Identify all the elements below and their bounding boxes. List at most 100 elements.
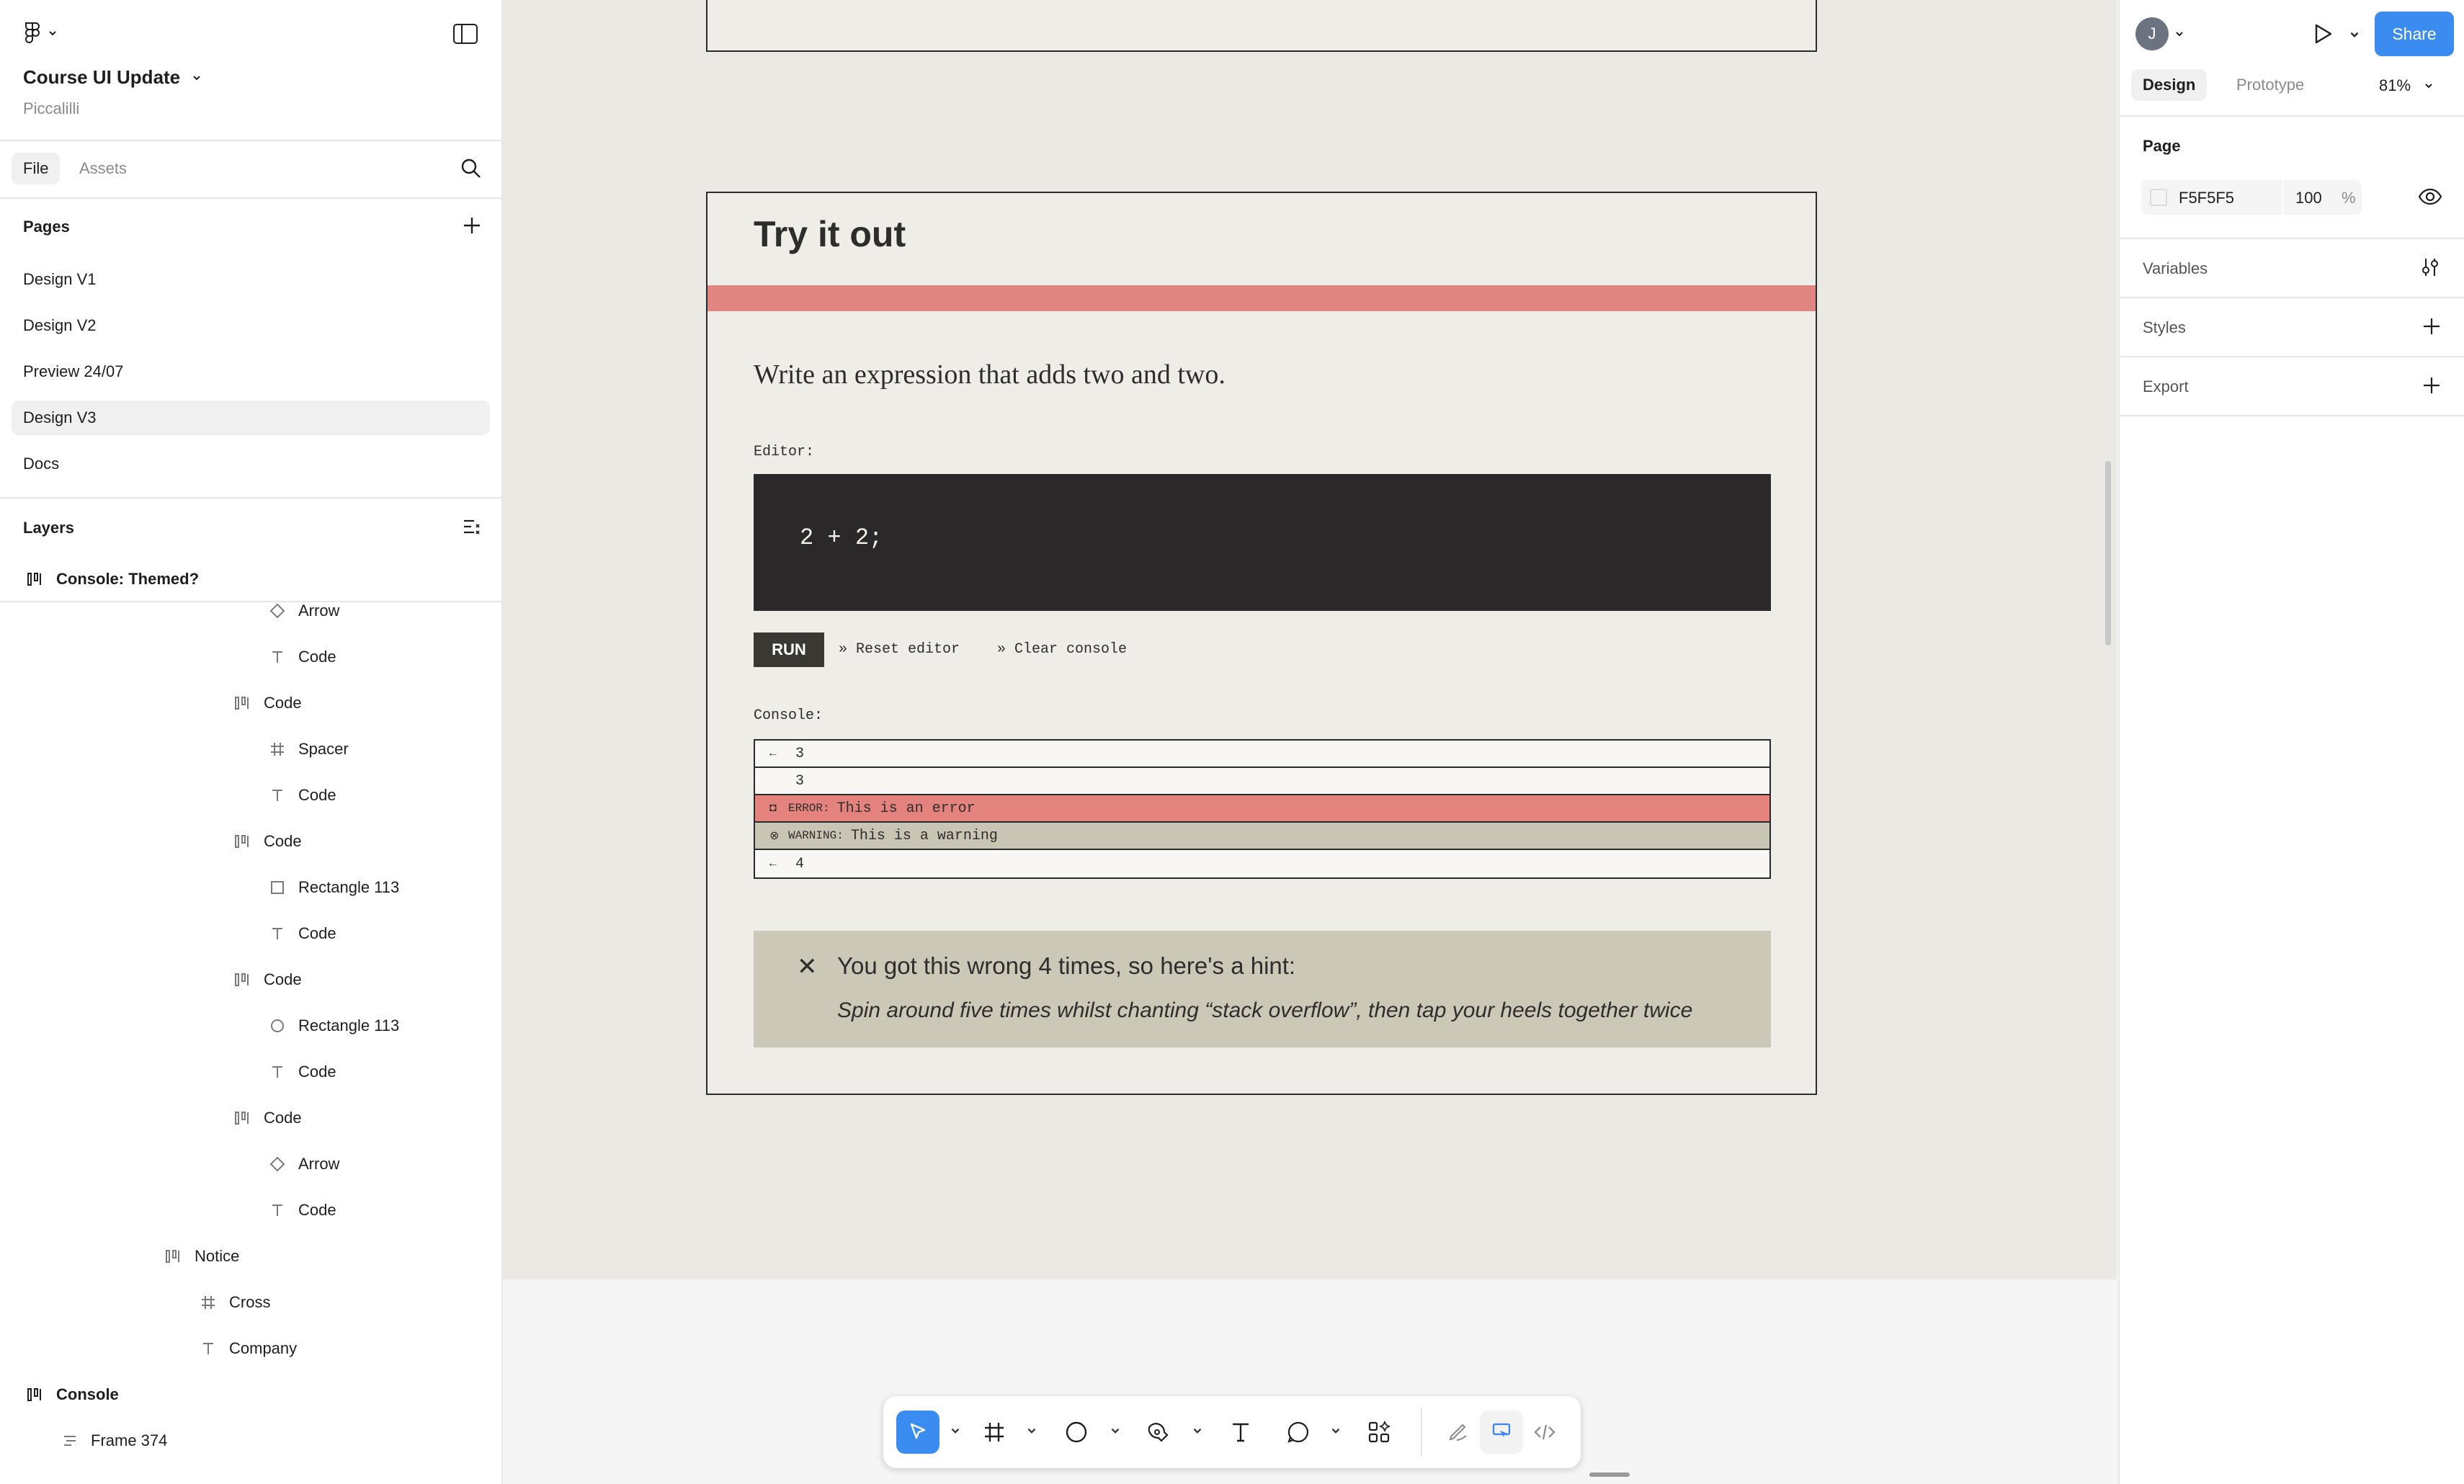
add-style-button[interactable] bbox=[2421, 316, 2442, 337]
variables-button[interactable] bbox=[2419, 256, 2441, 278]
layer-row[interactable]: Rectangle 113 bbox=[268, 875, 399, 900]
dev-mode-button[interactable] bbox=[1523, 1411, 1566, 1454]
toolbar-drag-handle[interactable] bbox=[1589, 1472, 1630, 1477]
page-item[interactable]: Design V2 bbox=[12, 308, 490, 343]
page-item[interactable]: Design V1 bbox=[12, 262, 490, 297]
team-name[interactable]: Piccalilli bbox=[23, 99, 79, 118]
present-button[interactable] bbox=[2310, 22, 2334, 46]
bottom-toolbar bbox=[883, 1396, 1581, 1468]
export-section[interactable]: Export bbox=[2143, 377, 2189, 396]
toggle-sidebar-button[interactable] bbox=[452, 23, 478, 45]
share-button[interactable]: Share bbox=[2375, 12, 2454, 56]
tab-assets[interactable]: Assets bbox=[68, 153, 138, 184]
layer-label: Spacer bbox=[298, 740, 349, 758]
add-export-button[interactable] bbox=[2421, 375, 2442, 396]
main-menu-button[interactable] bbox=[23, 20, 58, 46]
visibility-toggle[interactable] bbox=[2418, 186, 2442, 207]
actions-button[interactable] bbox=[1357, 1411, 1401, 1454]
layer-label: Notice bbox=[195, 1247, 240, 1265]
layer-row[interactable]: Code bbox=[233, 690, 302, 716]
search-icon bbox=[461, 158, 481, 178]
variables-section[interactable]: Variables bbox=[2143, 259, 2208, 278]
frame-tool-button[interactable] bbox=[973, 1411, 1016, 1454]
card-title: Try it out bbox=[754, 214, 906, 254]
text-tool-button[interactable] bbox=[1219, 1411, 1262, 1454]
console-output: ← 3 3 ◘ ERROR: This is an error ⊗ WARNING: This … bbox=[754, 739, 1771, 879]
plus-icon bbox=[464, 218, 480, 233]
shape-tool-button[interactable] bbox=[1055, 1411, 1098, 1454]
chevron-down-icon[interactable] bbox=[2349, 29, 2360, 40]
design-mode-button[interactable] bbox=[1480, 1411, 1523, 1454]
percent-sign: % bbox=[2342, 189, 2356, 207]
tab-design[interactable]: Design bbox=[2131, 69, 2208, 101]
canvas[interactable]: Try it out Write an expression that adds… bbox=[503, 0, 2117, 1484]
tab-file[interactable]: File bbox=[12, 153, 61, 184]
chevron-down-icon[interactable] bbox=[1110, 1425, 1121, 1436]
layer-row[interactable]: Cross bbox=[199, 1289, 270, 1315]
layer-row[interactable]: Spacer bbox=[268, 736, 349, 762]
tab-prototype[interactable]: Prototype bbox=[2225, 69, 2316, 101]
layer-row[interactable]: Code bbox=[268, 1197, 336, 1223]
chevron-down-icon[interactable] bbox=[1330, 1425, 1342, 1436]
auto-layout-icon bbox=[26, 570, 45, 589]
page-item[interactable]: Design V3 bbox=[12, 401, 490, 435]
try-it-out-card[interactable]: Try it out Write an expression that adds… bbox=[706, 192, 1817, 1095]
layer-row[interactable]: Arrow bbox=[268, 1151, 339, 1177]
console-row: ⊗ WARNING: This is a warning bbox=[755, 823, 1769, 850]
prompt-text: Write an expression that adds two and tw… bbox=[754, 359, 1226, 390]
page-fill-field[interactable]: F5F5F5 100 % bbox=[2141, 180, 2362, 215]
previous-frame[interactable] bbox=[706, 0, 1817, 52]
layer-row[interactable]: Code bbox=[268, 644, 336, 670]
page-color-value[interactable]: F5F5F5 bbox=[2179, 189, 2234, 207]
layer-row[interactable]: Company bbox=[199, 1336, 297, 1362]
layer-row[interactable]: Frame 374 bbox=[61, 1428, 167, 1454]
run-button[interactable]: RUN bbox=[754, 633, 824, 667]
canvas-scrollbar[interactable] bbox=[2105, 461, 2111, 645]
layer-row[interactable]: Code bbox=[233, 1105, 302, 1131]
layer-row[interactable]: Code bbox=[268, 1059, 336, 1085]
console-prefix-icon: ← bbox=[769, 857, 777, 870]
search-button[interactable] bbox=[460, 157, 483, 180]
console-prefix-icon: ⊗ bbox=[769, 830, 780, 843]
layer-label: Code bbox=[298, 1063, 336, 1081]
text-icon bbox=[199, 1339, 218, 1358]
page-opacity-value[interactable]: 100 bbox=[2295, 189, 2322, 207]
add-page-button[interactable] bbox=[461, 215, 483, 236]
layer-label: Arrow bbox=[298, 1155, 340, 1173]
comment-tool-button[interactable] bbox=[1277, 1411, 1320, 1454]
layer-row[interactable]: Code bbox=[233, 828, 302, 854]
layer-row[interactable]: Code bbox=[268, 921, 336, 947]
layer-row[interactable]: Notice bbox=[164, 1243, 239, 1269]
color-swatch[interactable] bbox=[2150, 189, 2167, 206]
layer-row[interactable]: Code bbox=[233, 967, 302, 993]
draw-mode-button[interactable] bbox=[1437, 1411, 1480, 1454]
file-title-button[interactable]: Course UI Update bbox=[23, 66, 202, 89]
pinned-layer[interactable]: Console: Themed? bbox=[26, 566, 199, 592]
cursor-icon bbox=[910, 1423, 926, 1439]
user-menu[interactable]: J bbox=[2135, 17, 2184, 50]
console-label: Console: bbox=[754, 707, 823, 724]
layer-row[interactable]: Code bbox=[268, 782, 336, 808]
close-icon[interactable]: ✕ bbox=[797, 952, 818, 981]
sliders-icon bbox=[2422, 259, 2438, 276]
artboard[interactable]: Try it out Write an expression that adds… bbox=[503, 0, 2117, 1279]
chevron-down-icon[interactable] bbox=[1026, 1425, 1037, 1436]
page-item[interactable]: Docs bbox=[12, 447, 490, 481]
move-tool-button[interactable] bbox=[896, 1411, 939, 1454]
code-editor[interactable]: 2 + 2; bbox=[754, 474, 1771, 611]
layer-row[interactable]: Arrow bbox=[268, 598, 339, 624]
zoom-dropdown[interactable]: 81% bbox=[2379, 76, 2434, 95]
editor-code[interactable]: 2 + 2; bbox=[800, 524, 883, 551]
layer-row[interactable]: Rectangle 113 bbox=[268, 1013, 399, 1039]
collapse-layers-button[interactable] bbox=[461, 516, 483, 537]
layer-row[interactable]: Console bbox=[26, 1382, 119, 1408]
reset-editor-button[interactable]: » Reset editor bbox=[839, 641, 960, 658]
styles-section[interactable]: Styles bbox=[2143, 318, 2186, 337]
page-item[interactable]: Preview 24/07 bbox=[12, 354, 490, 389]
chevron-down-icon bbox=[193, 75, 200, 80]
chevron-down-icon[interactable] bbox=[950, 1425, 961, 1436]
chevron-down-icon[interactable] bbox=[1192, 1425, 1203, 1436]
clear-console-button[interactable]: » Clear console bbox=[997, 641, 1127, 658]
auto-layout-icon bbox=[26, 1385, 45, 1404]
pen-tool-button[interactable] bbox=[1137, 1411, 1180, 1454]
